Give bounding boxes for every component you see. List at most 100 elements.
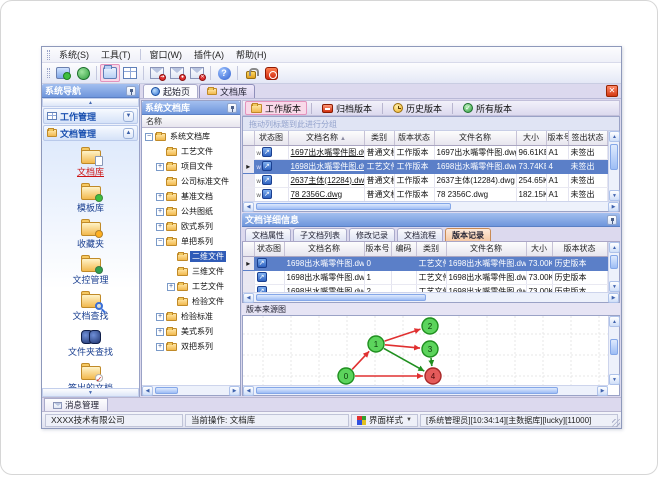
doc-name-link[interactable]: 1698出水嘴零件图.dwg (288, 159, 365, 174)
minus-expander-icon[interactable]: − (145, 132, 153, 141)
menu-item[interactable]: 插件(A) (188, 47, 230, 62)
button-历史版本[interactable]: 历史版本 (387, 101, 448, 115)
sidebar-group-doc[interactable]: 文档管理 ▲ (43, 125, 138, 141)
sidebar-item-favorites[interactable]: 收藏夹 (46, 219, 136, 250)
column-header[interactable]: 版本状态 (394, 131, 435, 146)
sidebar-scroll-up[interactable]: ▲ (42, 98, 139, 107)
sidebar-item-folder-search[interactable]: 文件夹查找 (46, 327, 136, 358)
doc-name-link[interactable]: 1697出水嘴零件图.dwg (288, 145, 365, 160)
tree-node[interactable]: + 双把系列 (142, 339, 240, 354)
tree-node[interactable]: + 基准文档 (142, 189, 240, 204)
plus-expander-icon[interactable]: + (156, 312, 164, 321)
pin-icon[interactable] (607, 214, 617, 225)
tree-node[interactable]: 检验文件 (142, 294, 240, 309)
table-row[interactable]: w↗1697出水嘴零件图.dwg普通文档工作版本1697出水嘴零件图.dwg96… (243, 145, 608, 160)
scroll-up-icon[interactable]: ▲ (609, 131, 620, 142)
plus-expander-icon[interactable]: + (156, 162, 164, 171)
menu-item[interactable]: 帮助(H) (230, 47, 273, 62)
tree-node[interactable]: + 欧式系列 (142, 219, 240, 234)
scroll-right-icon[interactable]: ▶ (608, 202, 619, 212)
plus-expander-icon[interactable]: + (167, 282, 175, 291)
table-row[interactable]: w↗78 2356C.dwg普通文档工作版本78 2356C.dwg182.15… (243, 187, 608, 201)
column-header[interactable]: 大小 (516, 131, 547, 146)
tree-node[interactable]: − 单把系列 (142, 234, 240, 249)
version-graph-canvas[interactable]: 0 1 2 3 4 (243, 316, 609, 395)
tree-node[interactable]: − 系统文档库 (142, 129, 240, 144)
chevron-up-icon[interactable]: ▲ (123, 127, 134, 139)
table-row[interactable]: w↗2637主体(12284).dwg普通文档工作版本2637主体(12284)… (243, 173, 608, 188)
help-button[interactable]: ? (214, 64, 234, 82)
scroll-down-icon[interactable]: ▼ (609, 374, 620, 385)
resize-grip[interactable] (612, 419, 620, 427)
tree-node[interactable]: + 检验标准 (142, 309, 240, 324)
menu-item[interactable]: 工具(T) (95, 47, 137, 62)
button-工作版本[interactable]: 工作版本 (245, 101, 308, 115)
button-所有版本[interactable]: ✓ 所有版本 (457, 101, 518, 115)
detail-tab-修改记录[interactable]: 修改记录 (349, 228, 395, 241)
plus-expander-icon[interactable]: + (156, 222, 164, 231)
scroll-left-icon[interactable]: ◀ (142, 386, 153, 396)
scroll-up-icon[interactable]: ▲ (609, 316, 620, 327)
detail-tab-版本记录[interactable]: 版本记录 (445, 228, 491, 241)
sidebar-item-doc-control[interactable]: 文控管理 (46, 255, 136, 286)
vertical-scrollbar[interactable]: ▲ ▼ (608, 131, 620, 201)
column-header[interactable]: 状态图 (254, 131, 289, 146)
scroll-down-icon[interactable]: ▼ (609, 190, 620, 201)
tree-node[interactable]: 三维文件 (142, 264, 240, 279)
menu-item[interactable]: 系统(S) (53, 47, 95, 62)
power-button[interactable] (261, 64, 281, 82)
column-header[interactable]: 类别 (364, 131, 395, 146)
lock-button[interactable] (241, 64, 261, 82)
tab-起始页[interactable]: 起始页 (143, 84, 199, 98)
column-header[interactable]: 类别 (416, 242, 447, 257)
tree-node[interactable]: 二维文件 (142, 249, 240, 264)
tree-node[interactable]: + 美式系列 (142, 324, 240, 339)
horizontal-scrollbar[interactable]: ◀ ▶ (243, 385, 608, 396)
plus-expander-icon[interactable]: + (156, 207, 164, 216)
column-header[interactable]: 编码 (391, 242, 417, 257)
horizontal-scrollbar[interactable]: ◀ ▶ (142, 385, 240, 396)
scroll-left-icon[interactable]: ◀ (243, 386, 254, 396)
table-row[interactable]: ↗1698出水嘴零件图.dwg1工艺文件1698出水嘴零件图.dwg73.00K… (243, 270, 608, 285)
column-header[interactable]: 大小 (526, 242, 553, 257)
table-row[interactable]: ↗1698出水嘴零件图.dwg2工艺文件1698出水嘴零件图.dwg73.00K… (243, 284, 608, 292)
folder-window-button[interactable] (100, 64, 120, 82)
scroll-up-icon[interactable]: ▲ (609, 242, 620, 253)
plus-expander-icon[interactable]: + (156, 342, 164, 351)
column-header[interactable]: 文档名称 (284, 242, 365, 257)
sidebar-item-document-library[interactable]: 文档库 (46, 147, 136, 178)
scroll-right-icon[interactable]: ▶ (597, 386, 608, 396)
tree-node[interactable]: 公司标准文件 (142, 174, 240, 189)
column-header[interactable]: 文件名称 (434, 131, 517, 146)
horizontal-scrollbar[interactable]: ◀ ▶ (243, 292, 619, 303)
sidebar-item-checked-out-docs[interactable]: 签出的文档 (46, 363, 136, 388)
scroll-left-icon[interactable]: ◀ (243, 202, 254, 212)
doc-name-link[interactable]: 78 2356C.dwg (288, 187, 365, 201)
tree-node[interactable]: + 公共图纸 (142, 204, 240, 219)
tab-文档库[interactable]: 文档库 (199, 84, 256, 98)
tree-node[interactable]: + 工艺文件 (142, 279, 240, 294)
sidebar-scroll-down[interactable]: ▼ (42, 388, 139, 397)
tree-column-header[interactable]: 名称 (142, 115, 240, 128)
sidebar-item-doc-search[interactable]: 文档查找 (46, 291, 136, 322)
scroll-down-icon[interactable]: ▼ (609, 281, 620, 292)
doc-name-link[interactable]: 2637主体(12284).dwg (288, 173, 365, 188)
detail-tab-文档属性[interactable]: 文档属性 (245, 228, 291, 241)
chevron-down-icon[interactable]: ▼ (123, 110, 134, 122)
plus-expander-icon[interactable]: + (156, 192, 164, 201)
plus-expander-icon[interactable]: + (156, 327, 164, 336)
tree-node[interactable]: + 项目文件 (142, 159, 240, 174)
scroll-left-icon[interactable]: ◀ (243, 293, 254, 303)
column-header[interactable]: 版本号 (546, 131, 569, 146)
column-header[interactable]: 状态图 (254, 242, 285, 257)
column-header[interactable]: 文件名称 (446, 242, 527, 257)
remote-desktop-button[interactable] (53, 64, 73, 82)
close-icon[interactable]: ✕ (606, 85, 618, 97)
menu-item[interactable]: 窗口(W) (144, 47, 189, 62)
sidebar-item-template-library[interactable]: 模板库 (46, 183, 136, 214)
table-row[interactable]: ▸w↗1698出水嘴零件图.dwg工艺文件工作版本1698出水嘴零件图.dwg7… (243, 159, 608, 174)
scroll-right-icon[interactable]: ▶ (608, 293, 619, 303)
button-归档版本[interactable]: 归档版本 (316, 101, 378, 115)
mail-receive-button[interactable]: ● (167, 64, 187, 82)
column-header[interactable]: 版本号 (364, 242, 392, 257)
